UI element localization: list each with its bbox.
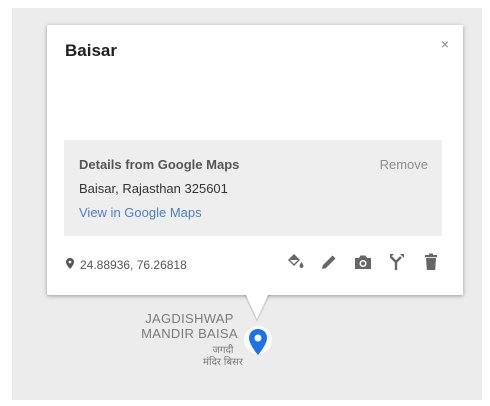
directions-button[interactable] (387, 251, 407, 273)
place-title: Baisar (65, 41, 117, 60)
coordinates-text: 24.88936, 76.26818 (80, 258, 187, 272)
fork-icon (389, 253, 405, 271)
coordinates-row: 24.88936, 76.26818 (66, 258, 187, 272)
camera-icon (353, 253, 373, 271)
details-address: Baisar, Rajasthan 325601 (79, 181, 228, 196)
pencil-icon (320, 253, 338, 271)
map-marker-pin-icon[interactable] (243, 325, 273, 368)
edit-button[interactable] (319, 251, 339, 273)
add-photo-button[interactable] (353, 251, 373, 273)
location-pin-icon (66, 258, 74, 272)
delete-button[interactable] (421, 251, 441, 273)
popup-tail (245, 293, 269, 319)
remove-link[interactable]: Remove (380, 157, 428, 172)
details-heading: Details from Google Maps (79, 157, 240, 172)
details-panel: Details from Google Maps Remove Baisar, … (64, 140, 442, 236)
place-info-popup: Baisar × Details from Google Maps Remove… (47, 25, 463, 295)
close-button[interactable]: × (441, 37, 449, 51)
popup-toolbar (285, 251, 441, 273)
view-in-google-maps-link[interactable]: View in Google Maps (79, 205, 202, 220)
trash-icon (423, 253, 439, 271)
paint-bucket-icon (285, 253, 305, 271)
style-button[interactable] (285, 251, 305, 273)
